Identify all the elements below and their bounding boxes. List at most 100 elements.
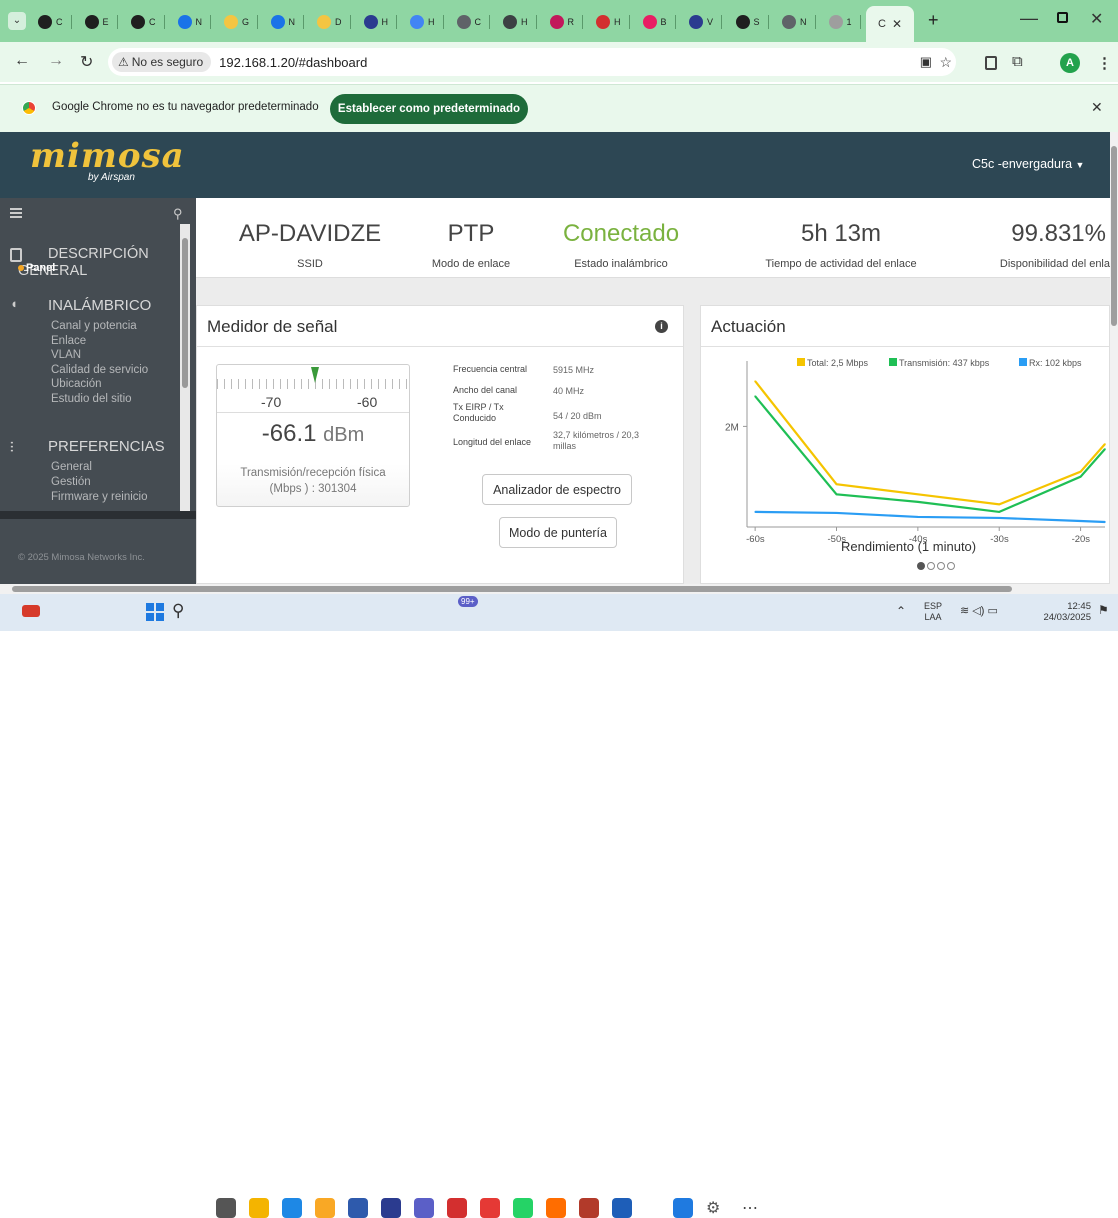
more-menu-icon[interactable]: ⋮ bbox=[1097, 54, 1112, 72]
language-indicator[interactable]: ESP LAA bbox=[924, 601, 942, 623]
forward-arrow-icon[interactable]: → bbox=[48, 52, 64, 70]
back-arrow-icon[interactable]: ← bbox=[14, 52, 30, 70]
close-window-button[interactable]: ✕ bbox=[1090, 9, 1103, 29]
taskbar-app-icon[interactable] bbox=[612, 1198, 632, 1218]
taskbar-app-icon[interactable]: ⚙ bbox=[706, 1198, 726, 1218]
browser-tab[interactable]: N bbox=[270, 8, 304, 36]
close-icon[interactable]: ✕ bbox=[892, 17, 902, 31]
browser-tab[interactable]: E bbox=[84, 8, 118, 36]
clock[interactable]: 12:45 24/03/2025 bbox=[1043, 601, 1091, 623]
tab-search-button[interactable]: ⌄ bbox=[8, 12, 26, 30]
sidebar-subitem[interactable]: Gestión bbox=[51, 476, 91, 488]
tray-chevron-icon[interactable]: ⌃ bbox=[896, 604, 906, 618]
taskbar-app-icon[interactable] bbox=[216, 1198, 236, 1218]
reading-list-icon[interactable] bbox=[985, 56, 997, 70]
restore-button[interactable] bbox=[1057, 12, 1068, 23]
spectrum-analyzer-button[interactable]: Analizador de espectro bbox=[482, 474, 632, 505]
search-icon[interactable]: ⚲ bbox=[172, 601, 184, 621]
reload-icon[interactable]: ↻ bbox=[80, 52, 93, 72]
tab-label: H bbox=[614, 17, 621, 27]
data-point bbox=[917, 493, 919, 496]
taskbar-app-icon[interactable] bbox=[673, 1198, 693, 1218]
page-vertical-scrollbar[interactable] bbox=[1110, 132, 1118, 584]
sidebar-subitem[interactable]: Calidad de servicio bbox=[51, 364, 148, 376]
bookmark-star-icon[interactable]: ☆ bbox=[939, 54, 952, 71]
browser-tab[interactable]: N bbox=[782, 8, 816, 36]
avatar[interactable]: A bbox=[1060, 53, 1080, 73]
minimize-button[interactable]: — bbox=[1020, 8, 1038, 29]
sidebar-item-preferences[interactable]: PREFERENCIAS bbox=[48, 438, 165, 455]
browser-tab[interactable]: B bbox=[642, 8, 676, 36]
taskbar-app-icon[interactable] bbox=[348, 1198, 368, 1218]
url-text[interactable]: 192.168.1.20/#dashboard bbox=[219, 55, 367, 70]
taskbar-app-icon[interactable] bbox=[447, 1198, 467, 1218]
browser-tab[interactable]: C bbox=[131, 8, 165, 36]
taskbar-app-icon[interactable] bbox=[513, 1198, 533, 1218]
pin-icon[interactable]: ⚲ bbox=[173, 206, 183, 222]
browser-tab[interactable]: R bbox=[549, 8, 583, 36]
aiming-mode-button[interactable]: Modo de puntería bbox=[499, 517, 617, 548]
taskbar-app-icon[interactable]: ⋯ bbox=[742, 1198, 762, 1218]
close-icon[interactable]: ✕ bbox=[1091, 99, 1103, 116]
taskbar-app-icon[interactable] bbox=[414, 1198, 434, 1218]
tab-label: C bbox=[149, 17, 156, 27]
tab-active[interactable]: C ✕ bbox=[866, 6, 914, 42]
browser-tab[interactable]: 1 bbox=[828, 8, 861, 36]
sidebar-item-wireless[interactable]: INALÁMBRICO bbox=[48, 297, 151, 314]
address-bar[interactable]: ⚠ No es seguro 192.168.1.20/#dashboard ▣… bbox=[108, 48, 956, 76]
browser-tab[interactable]: N bbox=[177, 8, 211, 36]
sidebar-subitem[interactable]: General bbox=[51, 461, 92, 473]
new-tab-button[interactable]: + bbox=[928, 10, 939, 31]
tab-separator bbox=[303, 15, 304, 29]
taskbar-app-icon[interactable] bbox=[249, 1198, 269, 1218]
menu-icon[interactable] bbox=[10, 208, 22, 218]
sidebar-subitem[interactable]: VLAN bbox=[51, 349, 81, 361]
security-chip[interactable]: ⚠ No es seguro bbox=[112, 52, 212, 72]
info-icon[interactable]: i bbox=[655, 320, 668, 333]
pager-dot[interactable] bbox=[937, 562, 945, 570]
tab-label: H bbox=[381, 17, 389, 27]
page-horizontal-scrollbar[interactable] bbox=[0, 584, 1118, 594]
detail-eirp-value: 54 / 20 dBm bbox=[553, 411, 602, 421]
set-default-button[interactable]: Establecer como predeterminado bbox=[330, 94, 528, 124]
pager-dot[interactable] bbox=[927, 562, 935, 570]
tab-label: G bbox=[242, 17, 250, 27]
tab-favicon-icon bbox=[503, 15, 517, 29]
browser-tab[interactable]: G bbox=[224, 8, 259, 36]
browser-tab[interactable]: V bbox=[689, 8, 723, 36]
default-browser-infobar: Google Chrome no es tu navegador predete… bbox=[0, 84, 1118, 132]
browser-tab[interactable]: C bbox=[38, 8, 72, 36]
browser-tab[interactable]: S bbox=[735, 8, 769, 36]
translate-icon[interactable]: ▣ bbox=[920, 54, 932, 70]
pager-dot-active[interactable] bbox=[917, 562, 925, 570]
tab-separator bbox=[349, 15, 351, 29]
taskbar-app-icon[interactable] bbox=[546, 1198, 566, 1218]
taskbar-app-icon[interactable] bbox=[579, 1198, 599, 1218]
taskbar-app-icon[interactable] bbox=[480, 1198, 500, 1218]
taskbar-app-icon[interactable] bbox=[381, 1198, 401, 1218]
browser-tab[interactable]: D bbox=[317, 8, 351, 36]
notification-icon[interactable]: ⚑ bbox=[1098, 603, 1109, 617]
taskbar-app-icon[interactable] bbox=[282, 1198, 302, 1218]
browser-tab[interactable]: H bbox=[363, 8, 397, 36]
pager-dot[interactable] bbox=[947, 562, 955, 570]
device-menu[interactable]: C5c -envergadura ▼ bbox=[972, 157, 1084, 171]
browser-tab[interactable]: H bbox=[596, 8, 630, 36]
mimosa-logo[interactable]: mimosa by Airspan bbox=[30, 136, 185, 183]
sidebar-subitem[interactable]: Estudio del sitio bbox=[51, 393, 132, 405]
browser-tab[interactable]: H bbox=[503, 8, 537, 36]
network-volume-battery-icon[interactable]: ≋ ◁) ▭ bbox=[960, 604, 998, 617]
taskbar-app-icon[interactable] bbox=[315, 1198, 335, 1218]
sidebar-item-panel[interactable]: Panel bbox=[18, 262, 55, 274]
sidebar-subitem[interactable]: Enlace bbox=[51, 335, 86, 347]
sidebar-subitem[interactable]: Ubicación bbox=[51, 378, 102, 390]
carousel-pager[interactable] bbox=[917, 562, 955, 570]
sidebar-subitem[interactable]: Canal y potencia bbox=[51, 320, 137, 332]
widgets-icon[interactable] bbox=[22, 605, 40, 617]
browser-tab[interactable]: C bbox=[456, 8, 490, 36]
data-point bbox=[835, 493, 838, 496]
browser-tab[interactable]: H bbox=[410, 8, 444, 36]
sidebar-subitem[interactable]: Firmware y reinicio bbox=[51, 491, 148, 503]
start-button[interactable] bbox=[146, 603, 164, 621]
extensions-icon[interactable]: ⧉ bbox=[1012, 53, 1023, 70]
